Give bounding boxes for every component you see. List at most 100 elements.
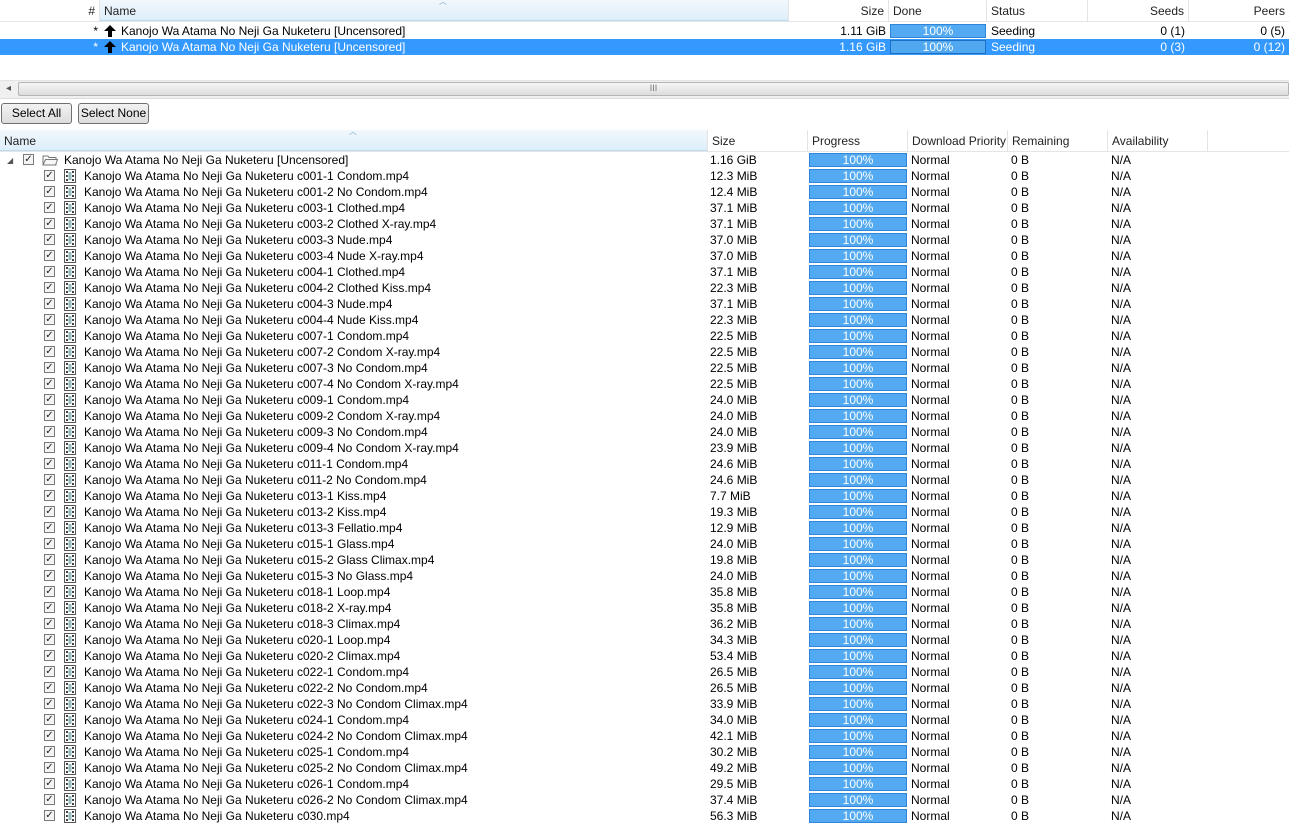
file-priority[interactable]: Normal [911, 328, 1005, 344]
checkbox-checked-icon[interactable]: ✓ [44, 634, 55, 645]
checkbox-checked-icon[interactable]: ✓ [44, 554, 55, 565]
file-row[interactable]: ✓ Kanojo Wa Atama No Neji Ga Nuketeru c00… [0, 408, 1208, 424]
checkbox-checked-icon[interactable]: ✓ [44, 426, 55, 437]
column-header-size[interactable]: Size [708, 130, 808, 151]
checkbox-checked-icon[interactable]: ✓ [44, 506, 55, 517]
file-row[interactable]: ✓ Kanojo Wa Atama No Neji Ga Nuketeru c02… [0, 648, 1208, 664]
torrent-row[interactable]: * Kanojo Wa Atama No Neji Ga Nuketeru [Un… [0, 39, 1289, 55]
checkbox-checked-icon[interactable]: ✓ [44, 778, 55, 789]
file-priority[interactable]: Normal [911, 312, 1005, 328]
column-header-download-priority[interactable]: Download Priority [908, 130, 1008, 151]
file-priority[interactable]: Normal [911, 648, 1005, 664]
file-priority[interactable]: Normal [911, 152, 1005, 168]
file-row[interactable]: ✓ Kanojo Wa Atama No Neji Ga Nuketeru c00… [0, 200, 1208, 216]
checkbox-checked-icon[interactable]: ✓ [44, 522, 55, 533]
checkbox-checked-icon[interactable]: ✓ [44, 362, 55, 373]
column-header-availability[interactable]: Availability [1108, 130, 1208, 151]
column-header-progress[interactable]: Progress [808, 130, 908, 151]
file-priority[interactable]: Normal [911, 184, 1005, 200]
file-priority[interactable]: Normal [911, 376, 1005, 392]
file-row[interactable]: ✓ Kanojo Wa Atama No Neji Ga Nuketeru c00… [0, 264, 1208, 280]
file-priority[interactable]: Normal [911, 280, 1005, 296]
checkbox-checked-icon[interactable]: ✓ [44, 714, 55, 725]
file-row[interactable]: ✓ Kanojo Wa Atama No Neji Ga Nuketeru c01… [0, 456, 1208, 472]
checkbox-checked-icon[interactable]: ✓ [44, 234, 55, 245]
file-priority[interactable]: Normal [911, 792, 1005, 808]
file-priority[interactable]: Normal [911, 392, 1005, 408]
file-row[interactable]: ✓ Kanojo Wa Atama No Neji Ga Nuketeru c02… [0, 680, 1208, 696]
checkbox-checked-icon[interactable]: ✓ [44, 394, 55, 405]
checkbox-checked-icon[interactable]: ✓ [44, 314, 55, 325]
file-row[interactable]: ✓ Kanojo Wa Atama No Neji Ga Nuketeru c03… [0, 808, 1208, 824]
file-row[interactable]: ✓ Kanojo Wa Atama No Neji Ga Nuketeru c01… [0, 600, 1208, 616]
file-priority[interactable]: Normal [911, 776, 1005, 792]
file-row[interactable]: ✓ Kanojo Wa Atama No Neji Ga Nuketeru c01… [0, 584, 1208, 600]
file-priority[interactable]: Normal [911, 728, 1005, 744]
file-row[interactable]: ✓ Kanojo Wa Atama No Neji Ga Nuketeru c02… [0, 696, 1208, 712]
file-priority[interactable]: Normal [911, 712, 1005, 728]
checkbox-checked-icon[interactable]: ✓ [44, 266, 55, 277]
file-row[interactable]: ✓ Kanojo Wa Atama No Neji Ga Nuketeru c00… [0, 216, 1208, 232]
file-row[interactable]: ✓ Kanojo Wa Atama No Neji Ga Nuketeru c00… [0, 376, 1208, 392]
file-row[interactable]: ✓ Kanojo Wa Atama No Neji Ga Nuketeru c00… [0, 232, 1208, 248]
file-priority[interactable]: Normal [911, 216, 1005, 232]
file-priority[interactable]: Normal [911, 664, 1005, 680]
column-header-name[interactable]: ︿ Name [0, 130, 708, 151]
checkbox-checked-icon[interactable]: ✓ [44, 698, 55, 709]
checkbox-checked-icon[interactable]: ✓ [44, 186, 55, 197]
file-priority[interactable]: Normal [911, 296, 1005, 312]
file-row[interactable]: ✓ Kanojo Wa Atama No Neji Ga Nuketeru c01… [0, 536, 1208, 552]
file-row[interactable]: ✓ Kanojo Wa Atama No Neji Ga Nuketeru c00… [0, 440, 1208, 456]
file-row[interactable]: ✓ Kanojo Wa Atama No Neji Ga Nuketeru c02… [0, 792, 1208, 808]
checkbox-checked-icon[interactable]: ✓ [23, 154, 34, 165]
file-priority[interactable]: Normal [911, 696, 1005, 712]
checkbox-checked-icon[interactable]: ✓ [44, 570, 55, 581]
file-priority[interactable]: Normal [911, 808, 1005, 824]
checkbox-checked-icon[interactable]: ✓ [44, 794, 55, 805]
checkbox-checked-icon[interactable]: ✓ [44, 586, 55, 597]
file-priority[interactable]: Normal [911, 520, 1005, 536]
column-header-remaining[interactable]: Remaining [1008, 130, 1108, 151]
file-priority[interactable]: Normal [911, 248, 1005, 264]
file-row[interactable]: ✓ Kanojo Wa Atama No Neji Ga Nuketeru c01… [0, 616, 1208, 632]
collapse-triangle-icon[interactable]: ◢ [7, 153, 13, 169]
file-priority[interactable]: Normal [911, 584, 1005, 600]
checkbox-checked-icon[interactable]: ✓ [44, 250, 55, 261]
column-header-num[interactable]: # [0, 0, 100, 21]
column-header-name[interactable]: ︿ Name [100, 0, 789, 21]
file-priority[interactable]: Normal [911, 488, 1005, 504]
checkbox-checked-icon[interactable]: ✓ [44, 378, 55, 389]
file-row[interactable]: ✓ Kanojo Wa Atama No Neji Ga Nuketeru c00… [0, 344, 1208, 360]
column-header-done[interactable]: Done [889, 0, 987, 21]
scroll-left-arrow-icon[interactable]: ◂ [0, 81, 17, 98]
checkbox-checked-icon[interactable]: ✓ [44, 170, 55, 181]
file-priority[interactable]: Normal [911, 200, 1005, 216]
checkbox-checked-icon[interactable]: ✓ [44, 666, 55, 677]
horizontal-scrollbar[interactable]: ◂ III [0, 80, 1289, 99]
file-priority[interactable]: Normal [911, 264, 1005, 280]
file-priority[interactable]: Normal [911, 536, 1005, 552]
file-row[interactable]: ✓ Kanojo Wa Atama No Neji Ga Nuketeru c02… [0, 632, 1208, 648]
select-none-button[interactable]: Select None [78, 103, 149, 124]
checkbox-checked-icon[interactable]: ✓ [44, 346, 55, 357]
file-priority[interactable]: Normal [911, 504, 1005, 520]
checkbox-checked-icon[interactable]: ✓ [44, 538, 55, 549]
column-header-status[interactable]: Status [987, 0, 1088, 21]
file-priority[interactable]: Normal [911, 744, 1005, 760]
checkbox-checked-icon[interactable]: ✓ [44, 298, 55, 309]
column-header-peers[interactable]: Peers [1189, 0, 1289, 21]
file-row[interactable]: ✓ Kanojo Wa Atama No Neji Ga Nuketeru c00… [0, 392, 1208, 408]
file-row[interactable]: ✓ Kanojo Wa Atama No Neji Ga Nuketeru c00… [0, 312, 1208, 328]
file-row[interactable]: ✓ Kanojo Wa Atama No Neji Ga Nuketeru c02… [0, 712, 1208, 728]
file-priority[interactable]: Normal [911, 440, 1005, 456]
file-row[interactable]: ✓ Kanojo Wa Atama No Neji Ga Nuketeru c01… [0, 504, 1208, 520]
select-all-button[interactable]: Select All [1, 103, 72, 124]
checkbox-checked-icon[interactable]: ✓ [44, 746, 55, 757]
file-priority[interactable]: Normal [911, 552, 1005, 568]
file-row[interactable]: ✓ Kanojo Wa Atama No Neji Ga Nuketeru c00… [0, 328, 1208, 344]
file-row[interactable]: ✓ Kanojo Wa Atama No Neji Ga Nuketeru c02… [0, 776, 1208, 792]
checkbox-checked-icon[interactable]: ✓ [44, 682, 55, 693]
checkbox-checked-icon[interactable]: ✓ [44, 458, 55, 469]
checkbox-checked-icon[interactable]: ✓ [44, 474, 55, 485]
file-row[interactable]: ✓ Kanojo Wa Atama No Neji Ga Nuketeru c00… [0, 360, 1208, 376]
